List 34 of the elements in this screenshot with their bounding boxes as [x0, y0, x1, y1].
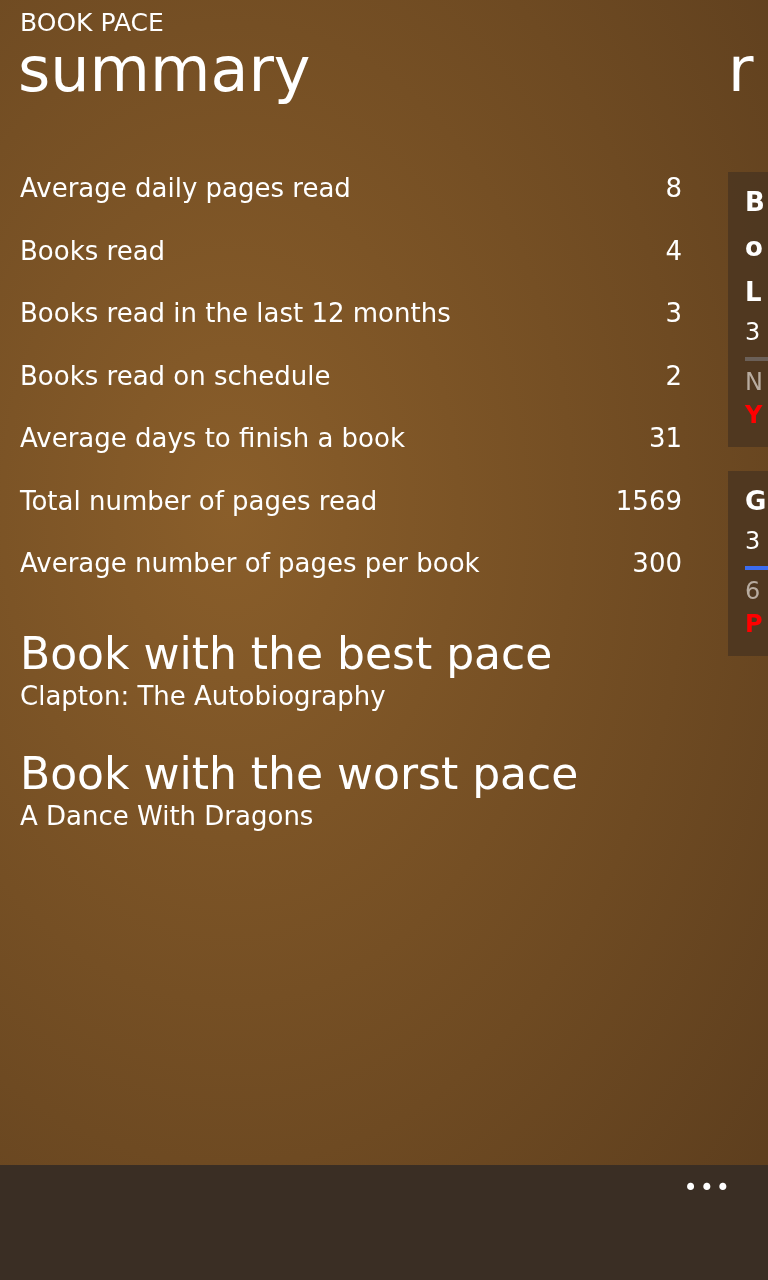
- pivot-header[interactable]: summary: [18, 38, 682, 102]
- stat-label: Average days to finish a book: [20, 422, 405, 454]
- book-title: Clapton: The Autobiography: [20, 679, 387, 712]
- stat-label: Books read on schedule: [20, 359, 331, 392]
- card-pages: N: [745, 367, 764, 398]
- stat-label: Average daily pages read: [20, 172, 351, 204]
- card-status: P: [745, 609, 764, 640]
- pivot-header[interactable]: r: [728, 38, 768, 102]
- section-heading: Book with the worst pace: [20, 747, 580, 800]
- stat-label: Books read: [20, 234, 166, 267]
- stat-value: 3: [665, 297, 682, 329]
- card-title: o: [745, 231, 764, 264]
- card-date: 3: [745, 317, 762, 348]
- stat-label: Books read in the last 12 months: [20, 297, 451, 329]
- card-date: 3: [745, 526, 762, 557]
- stat-value: 2: [665, 359, 682, 392]
- stat-label: Total number of pages read: [20, 484, 378, 517]
- stat-label: Average number of pages per book: [20, 547, 480, 579]
- stat-value: 300: [632, 547, 682, 579]
- card-title: L: [745, 276, 763, 309]
- card-title: B: [745, 186, 766, 219]
- book-card[interactable]: B o L 3 N Y: [728, 172, 768, 447]
- book-title: A Dance With Dragons: [20, 799, 315, 832]
- stat-value: 31: [648, 422, 682, 454]
- app-title: BOOK PACE: [19, 7, 165, 38]
- stat-value: 1569: [615, 484, 682, 517]
- book-card[interactable]: G 3 6 P: [728, 471, 768, 656]
- card-title: G: [745, 485, 768, 518]
- more-button[interactable]: •••: [683, 1173, 732, 1203]
- section-heading: Book with the best pace: [20, 627, 554, 680]
- stat-value: 8: [665, 172, 682, 204]
- stat-value: 4: [665, 234, 682, 267]
- card-pages: 6: [745, 576, 762, 607]
- card-status: Y: [745, 400, 764, 431]
